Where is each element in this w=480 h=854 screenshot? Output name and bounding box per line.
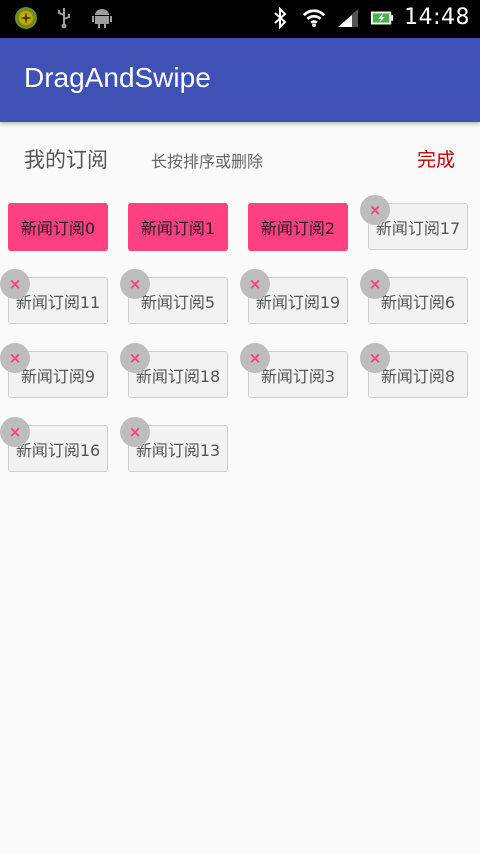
delete-channel-icon[interactable]: × [0, 417, 30, 447]
delete-channel-icon[interactable]: × [360, 195, 390, 225]
channel-chip[interactable]: 新闻订阅0 [8, 203, 108, 251]
channel-chip[interactable]: 新闻订阅1 [128, 203, 228, 251]
channel-chip[interactable]: 新闻订阅2 [248, 203, 348, 251]
delete-channel-icon[interactable]: × [0, 269, 30, 299]
delete-channel-icon[interactable]: × [240, 343, 270, 373]
delete-channel-icon[interactable]: × [120, 269, 150, 299]
delete-channel-icon[interactable]: × [240, 269, 270, 299]
channel-grid: 新闻订阅0 新闻订阅1 新闻订阅2 新闻订阅17 × 新闻订阅11 × 新闻订阅5 × 新闻订阅1… [0, 0, 480, 854]
delete-channel-icon[interactable]: × [360, 343, 390, 373]
delete-channel-icon[interactable]: × [120, 343, 150, 373]
delete-channel-icon[interactable]: × [0, 343, 30, 373]
delete-channel-icon[interactable]: × [360, 269, 390, 299]
delete-channel-icon[interactable]: × [120, 417, 150, 447]
